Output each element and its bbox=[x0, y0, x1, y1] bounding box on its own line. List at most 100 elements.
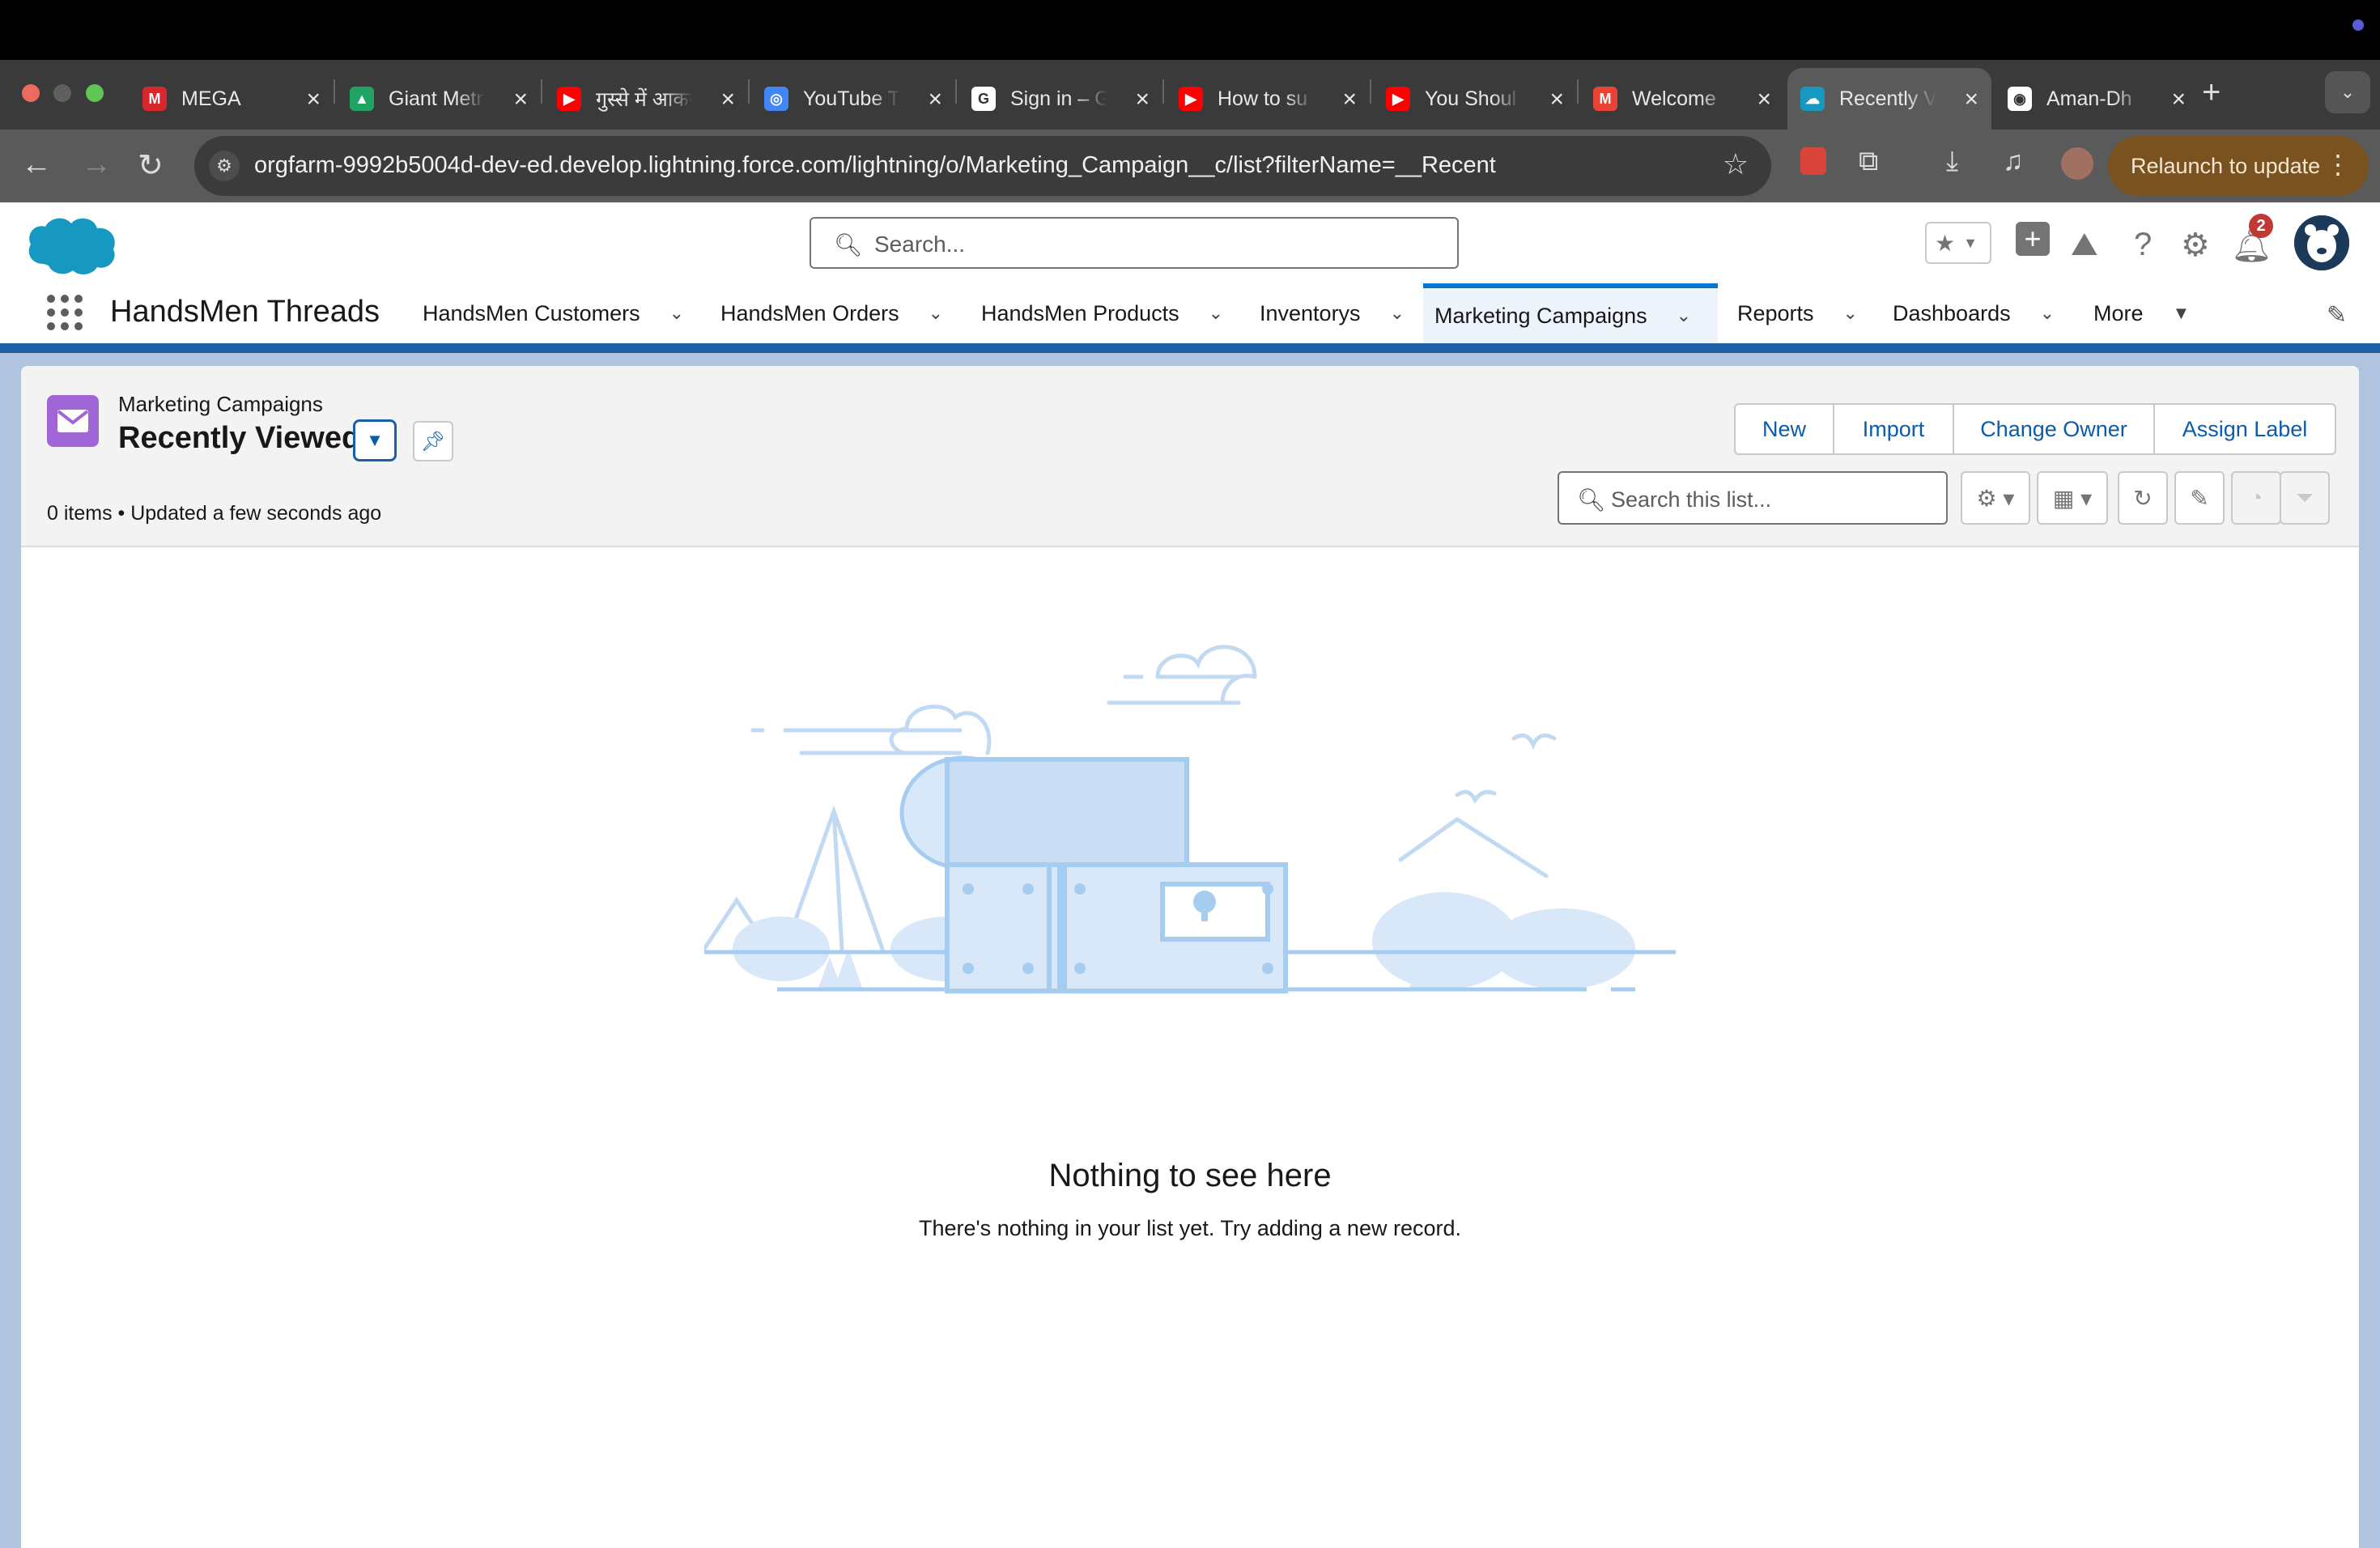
close-tab-icon[interactable]: × bbox=[1135, 86, 1150, 113]
browser-tab[interactable]: ◎ YouTube T × bbox=[751, 68, 955, 130]
tab-separator bbox=[1370, 79, 1371, 104]
nav-tab[interactable]: Marketing Campaigns ⌄ bbox=[1423, 283, 1718, 343]
github-icon: ◉ bbox=[2008, 87, 2032, 111]
minimize-window-button[interactable] bbox=[53, 84, 71, 102]
browser-tab[interactable]: ◉ Aman-Dh × bbox=[1995, 68, 2199, 130]
media-control-icon[interactable]: ♫ bbox=[2003, 146, 2024, 177]
app-launcher-icon[interactable] bbox=[47, 295, 83, 330]
charts-button[interactable]: ◔ bbox=[2231, 471, 2281, 525]
chevron-down-icon[interactable]: ▼ bbox=[2173, 303, 2191, 324]
chevron-down-icon[interactable]: ⌄ bbox=[1843, 303, 1858, 324]
download-icon[interactable]: ⤓ bbox=[1946, 146, 1958, 177]
change-owner-button[interactable]: Change Owner bbox=[1954, 405, 2155, 453]
envelope-icon bbox=[47, 395, 99, 447]
list-view-header: Marketing Campaigns Recently Viewed ▼ 📌︎… bbox=[21, 366, 2359, 547]
browser-tab[interactable]: G Sign in – G × bbox=[958, 68, 1162, 130]
nav-tab-label: Marketing Campaigns bbox=[1434, 303, 1647, 328]
forward-icon[interactable]: → bbox=[81, 147, 112, 182]
nav-tab-label: HandsMen Orders bbox=[720, 300, 899, 325]
nav-tab[interactable]: Dashboards ⌄ bbox=[1881, 283, 2077, 343]
tab-separator bbox=[1162, 79, 1164, 104]
filter-button[interactable]: ⏷ bbox=[2280, 471, 2330, 525]
close-tab-icon[interactable]: × bbox=[306, 86, 321, 113]
browser-tab[interactable]: M Welcome × bbox=[1580, 68, 1784, 130]
edit-nav-pencil-icon[interactable]: ✎ bbox=[2327, 301, 2347, 330]
close-tab-icon[interactable]: × bbox=[1964, 86, 1978, 113]
user-avatar[interactable] bbox=[2294, 215, 2349, 270]
chevron-down-icon[interactable]: ⌄ bbox=[669, 303, 684, 324]
import-button[interactable]: Import bbox=[1834, 405, 1954, 453]
new-tab-button[interactable]: + bbox=[2202, 74, 2221, 111]
favorites-button[interactable]: ★ ▼ bbox=[1925, 222, 1991, 264]
browser-tab[interactable]: ▲ Giant Metr × bbox=[337, 68, 541, 130]
mega-icon: M bbox=[142, 87, 167, 111]
refresh-button[interactable]: ↻ bbox=[2118, 471, 2168, 525]
bookmark-star-icon[interactable]: ☆ bbox=[1723, 147, 1749, 181]
tab-separator bbox=[748, 79, 750, 104]
relaunch-button[interactable]: Relaunch to update ⋮ bbox=[2108, 136, 2369, 196]
url-text[interactable]: orgfarm-9992b5004d-dev-ed.develop.lightn… bbox=[254, 152, 1496, 179]
nav-tab[interactable]: HandsMen Orders ⌄ bbox=[709, 283, 965, 343]
trailhead-icon[interactable]: ⛰ bbox=[2071, 227, 2098, 263]
browser-tab[interactable]: ▶ गुस्से में आकर × bbox=[544, 68, 748, 130]
close-tab-icon[interactable]: × bbox=[2171, 86, 2186, 113]
extension-icon[interactable] bbox=[1800, 147, 1826, 175]
help-icon[interactable]: ? bbox=[2134, 227, 2152, 263]
list-search-input[interactable]: 🔍︎ Search this list... bbox=[1558, 471, 1948, 525]
google-drive-icon: ▲ bbox=[350, 87, 374, 111]
google-lens-icon: ◎ bbox=[764, 87, 788, 111]
pin-list-button[interactable]: 📌︎ bbox=[413, 421, 453, 461]
nav-tab[interactable]: HandsMen Products ⌄ bbox=[970, 283, 1243, 343]
profile-avatar[interactable] bbox=[2061, 147, 2093, 180]
extensions-puzzle-icon[interactable]: ⧉ bbox=[1859, 146, 1878, 177]
search-icon: 🔍︎ bbox=[1577, 487, 1606, 512]
list-settings-button[interactable]: ⚙ ▾ bbox=[1961, 471, 2030, 525]
display-as-button[interactable]: ▦ ▾ bbox=[2037, 471, 2108, 525]
list-view-title[interactable]: Recently Viewed bbox=[118, 421, 360, 456]
chevron-down-icon[interactable]: ⌄ bbox=[1677, 305, 1691, 326]
close-window-button[interactable] bbox=[22, 84, 40, 102]
close-tab-icon[interactable]: × bbox=[1757, 86, 1771, 113]
object-label: Marketing Campaigns bbox=[118, 392, 323, 416]
browser-tab[interactable]: ▶ You Shoul × bbox=[1373, 68, 1577, 130]
menu-bar bbox=[0, 0, 2380, 60]
chevron-down-icon[interactable]: ⌄ bbox=[929, 303, 943, 324]
gear-icon: ⚙ ▾ bbox=[1976, 485, 2015, 511]
reload-icon[interactable]: ↻ bbox=[138, 147, 164, 184]
assign-label-button[interactable]: Assign Label bbox=[2155, 405, 2335, 453]
close-tab-icon[interactable]: × bbox=[1342, 86, 1357, 113]
close-tab-icon[interactable]: × bbox=[928, 86, 942, 113]
browser-tab[interactable]: ☁ Recently V × bbox=[1787, 68, 1991, 130]
close-tab-icon[interactable]: × bbox=[1549, 86, 1564, 113]
site-info-icon[interactable]: ⚙ bbox=[209, 151, 240, 181]
nav-tab[interactable]: Inventorys ⌄ bbox=[1248, 283, 1420, 343]
browser-tab[interactable]: ▶ How to su × bbox=[1166, 68, 1370, 130]
back-icon[interactable]: ← bbox=[21, 147, 52, 182]
settings-gear-icon[interactable]: ⚙ bbox=[2181, 227, 2210, 264]
chevron-down-icon[interactable]: ⌄ bbox=[2040, 303, 2055, 324]
browser-tab[interactable]: M MEGA × bbox=[130, 68, 334, 130]
close-tab-icon[interactable]: × bbox=[513, 86, 528, 113]
chevron-down-icon[interactable]: ⌄ bbox=[1390, 303, 1405, 324]
inline-edit-button[interactable]: ✎ bbox=[2174, 471, 2225, 525]
empty-treasure-chest-illustration bbox=[704, 644, 1676, 993]
chart-icon: ◔ bbox=[2249, 485, 2263, 510]
maximize-window-button[interactable] bbox=[86, 84, 104, 102]
list-view-picker-button[interactable]: ▼ bbox=[353, 419, 397, 461]
tab-title: Aman-Dh bbox=[2046, 87, 2132, 110]
nav-tab[interactable]: HandsMen Customers ⌄ bbox=[411, 283, 703, 343]
global-create-icon[interactable]: + bbox=[2016, 222, 2050, 256]
tab-title: MEGA bbox=[181, 87, 241, 110]
nav-tab[interactable]: More ▼ bbox=[2082, 283, 2199, 343]
address-bar[interactable]: ⚙ orgfarm-9992b5004d-dev-ed.develop.ligh… bbox=[194, 136, 1771, 196]
chevron-down-icon[interactable]: ⌄ bbox=[1209, 303, 1223, 324]
salesforce-logo-icon[interactable] bbox=[24, 212, 118, 277]
tab-separator bbox=[334, 79, 335, 104]
global-search-input[interactable]: 🔍︎ Search... bbox=[810, 217, 1459, 269]
new-button[interactable]: New bbox=[1736, 405, 1834, 453]
tab-search-button[interactable]: ⌄ bbox=[2325, 71, 2370, 113]
tab-title: Welcome bbox=[1632, 87, 1716, 110]
tab-title: You Shoul bbox=[1425, 87, 1517, 110]
close-tab-icon[interactable]: × bbox=[720, 86, 735, 113]
nav-tab[interactable]: Reports ⌄ bbox=[1726, 283, 1876, 343]
